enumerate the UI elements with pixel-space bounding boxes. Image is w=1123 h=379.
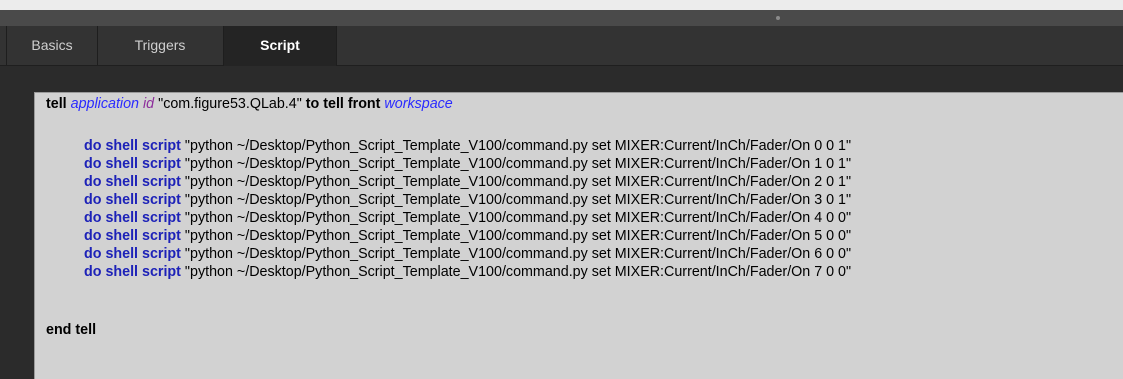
tab-script[interactable]: Script bbox=[223, 26, 337, 67]
command-string: "python ~/Desktop/Python_Script_Template… bbox=[184, 174, 852, 190]
command-line: do shell script "python ~/Desktop/Python… bbox=[84, 263, 851, 281]
app-id-string: "com.figure53.QLab.4" bbox=[158, 96, 302, 112]
tab-bar: Basics Triggers Script bbox=[0, 26, 1123, 67]
keyword-do-shell-script: do shell script bbox=[84, 246, 181, 262]
tab-triggers[interactable]: Triggers bbox=[97, 26, 224, 65]
tab-basics[interactable]: Basics bbox=[6, 26, 98, 65]
command-line: do shell script "python ~/Desktop/Python… bbox=[84, 155, 851, 173]
keyword-do-shell-script: do shell script bbox=[84, 138, 181, 154]
command-string: "python ~/Desktop/Python_Script_Template… bbox=[184, 246, 852, 262]
tell-line: tell application id "com.figure53.QLab.4… bbox=[46, 95, 453, 113]
keyword-do-shell-script: do shell script bbox=[84, 210, 181, 226]
keyword-do-shell-script: do shell script bbox=[84, 156, 181, 172]
command-line: do shell script "python ~/Desktop/Python… bbox=[84, 173, 851, 191]
title-bar bbox=[0, 10, 1123, 26]
script-code: tell application id "com.figure53.QLab.4… bbox=[46, 93, 851, 338]
command-line: do shell script "python ~/Desktop/Python… bbox=[84, 191, 851, 209]
command-string: "python ~/Desktop/Python_Script_Template… bbox=[184, 210, 852, 226]
keyword-end-tell: end tell bbox=[46, 322, 97, 338]
command-line: do shell script "python ~/Desktop/Python… bbox=[84, 209, 851, 227]
command-line: do shell script "python ~/Desktop/Python… bbox=[84, 137, 851, 155]
keyword-id: id bbox=[143, 96, 155, 112]
window-top-strip bbox=[0, 0, 1123, 10]
command-line: do shell script "python ~/Desktop/Python… bbox=[84, 227, 851, 245]
command-string: "python ~/Desktop/Python_Script_Template… bbox=[184, 156, 852, 172]
keyword-tell: tell bbox=[46, 96, 67, 112]
command-string: "python ~/Desktop/Python_Script_Template… bbox=[184, 192, 852, 208]
command-line: do shell script "python ~/Desktop/Python… bbox=[84, 245, 851, 263]
keyword-to-tell-front: to tell front bbox=[305, 96, 381, 112]
command-string: "python ~/Desktop/Python_Script_Template… bbox=[184, 228, 852, 244]
keyword-workspace: workspace bbox=[384, 96, 453, 112]
command-string: "python ~/Desktop/Python_Script_Template… bbox=[184, 264, 852, 280]
script-editor[interactable]: tell application id "com.figure53.QLab.4… bbox=[34, 92, 1123, 379]
keyword-do-shell-script: do shell script bbox=[84, 264, 181, 280]
end-tell-line: end tell bbox=[46, 321, 96, 339]
keyword-application: application bbox=[70, 96, 140, 112]
keyword-do-shell-script: do shell script bbox=[84, 174, 181, 190]
keyword-do-shell-script: do shell script bbox=[84, 228, 181, 244]
command-string: "python ~/Desktop/Python_Script_Template… bbox=[184, 138, 852, 154]
drag-handle-dot[interactable] bbox=[776, 16, 780, 20]
keyword-do-shell-script: do shell script bbox=[84, 192, 181, 208]
